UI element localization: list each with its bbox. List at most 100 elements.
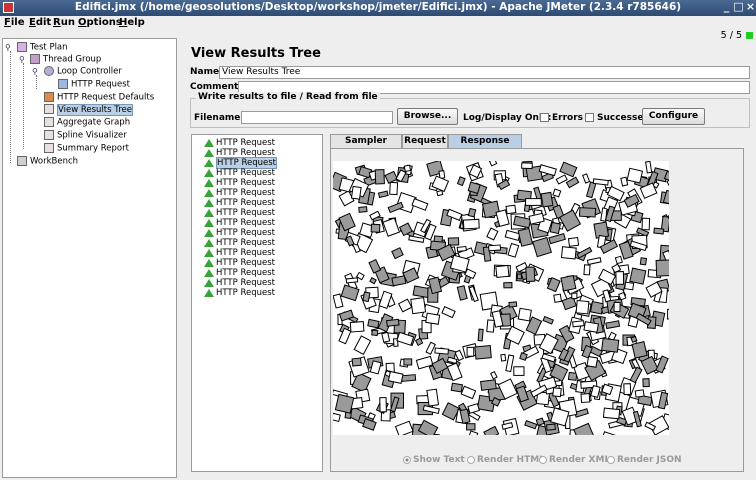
building-shape <box>516 273 523 280</box>
menu-run[interactable]: Run <box>53 17 75 28</box>
tree-node-test-plan[interactable]: Test Plan <box>17 42 68 54</box>
result-item[interactable]: HTTP Request <box>204 188 275 198</box>
result-tabs: Sampler result Request Response data Sho… <box>330 134 744 472</box>
building-shape <box>434 347 449 355</box>
menu-edit[interactable]: Edit <box>29 17 51 28</box>
building-shape <box>477 328 484 342</box>
close-button[interactable]: × <box>744 1 756 14</box>
result-item[interactable]: HTTP Request <box>204 278 275 288</box>
building-shape <box>629 267 647 285</box>
building-shape <box>480 379 497 391</box>
render-show-text-option[interactable]: Show Text <box>403 455 465 465</box>
building-shape <box>377 190 389 199</box>
building-shape <box>387 201 404 214</box>
building-shape <box>601 337 620 353</box>
configure-button[interactable]: Configure <box>642 108 705 125</box>
result-item[interactable]: HTTP Request <box>204 157 277 169</box>
building-shape <box>403 164 412 172</box>
tree-node-aggregate-graph[interactable]: Aggregate Graph <box>44 117 130 129</box>
result-item[interactable]: HTTP Request <box>204 198 275 208</box>
config-element-icon <box>44 92 54 102</box>
building-shape <box>525 266 536 283</box>
tree-node-loop-controller[interactable]: Loop Controller <box>44 66 122 78</box>
result-item[interactable]: HTTP Request <box>204 208 275 218</box>
building-shape <box>411 198 429 211</box>
test-plan-icon <box>17 42 27 52</box>
building-shape <box>586 257 602 266</box>
building-shape <box>615 271 625 285</box>
render-html-option[interactable]: Render HTML <box>467 455 545 465</box>
tab-sampler-result[interactable]: Sampler result <box>330 134 402 159</box>
render-json-option[interactable]: Render JSON <box>607 455 682 465</box>
tree-node-view-results-tree[interactable]: View Results Tree <box>44 103 133 116</box>
building-shape <box>540 191 554 208</box>
building-shape <box>630 335 638 343</box>
errors-checkbox[interactable] <box>540 113 549 122</box>
response-data-panel: Show Text Render HTML Render XML Render … <box>330 148 744 472</box>
success-icon <box>204 178 214 187</box>
filename-field[interactable] <box>241 111 393 124</box>
workbench-icon <box>17 156 27 166</box>
building-shape <box>466 346 475 357</box>
building-shape <box>517 307 532 322</box>
building-shape <box>631 341 648 359</box>
result-item[interactable]: HTTP Request <box>204 288 275 298</box>
test-plan-tree[interactable]: ⚲ Test Plan ⚲ Thread Group ⚲ Loop Contro… <box>2 38 177 478</box>
collapse-toggle-icon[interactable]: ⚲ <box>5 43 11 52</box>
menu-help[interactable]: Help <box>119 17 145 28</box>
building-shape <box>426 388 440 407</box>
tree-node-http-request[interactable]: HTTP Request <box>58 79 130 91</box>
result-item[interactable]: HTTP Request <box>204 258 275 268</box>
success-icon <box>204 288 214 297</box>
building-shape <box>639 257 648 266</box>
menu-file[interactable]: File <box>4 17 24 28</box>
building-shape <box>374 169 385 185</box>
success-icon <box>204 138 214 147</box>
result-item[interactable]: HTTP Request <box>204 228 275 238</box>
tab-response-data[interactable]: Response data <box>448 134 522 159</box>
menu-options[interactable]: Options <box>78 17 122 28</box>
listener-icon <box>44 104 54 114</box>
building-shape <box>500 353 507 362</box>
building-shape <box>367 318 380 329</box>
tree-node-thread-group[interactable]: Thread Group <box>30 54 101 66</box>
browse-button[interactable]: Browse... <box>397 108 458 125</box>
sample-results-list[interactable]: HTTP Request HTTP Request HTTP Request HTTP… <box>191 134 323 472</box>
building-shape <box>519 352 528 361</box>
building-shape <box>560 246 577 260</box>
building-shape <box>504 229 521 241</box>
result-item[interactable]: HTTP Request <box>204 218 275 228</box>
result-item[interactable]: HTTP Request <box>204 268 275 278</box>
building-shape <box>565 176 580 189</box>
building-shape <box>400 374 417 382</box>
result-item[interactable]: HTTP Request <box>204 168 275 178</box>
result-item[interactable]: HTTP Request <box>204 238 275 248</box>
building-shape <box>351 357 362 367</box>
collapse-toggle-icon[interactable]: ⚲ <box>32 67 38 76</box>
tree-node-http-request-defaults[interactable]: HTTP Request Defaults <box>44 92 154 104</box>
radio-icon <box>403 455 411 464</box>
building-shape <box>645 161 653 174</box>
render-xml-option[interactable]: Render XML <box>539 455 610 465</box>
collapse-toggle-icon[interactable]: ⚲ <box>19 55 25 64</box>
result-item[interactable]: HTTP Request <box>204 248 275 258</box>
result-item[interactable]: HTTP Request <box>204 178 275 188</box>
success-icon <box>204 158 214 167</box>
building-shape <box>358 206 368 213</box>
result-item[interactable]: HTTP Request <box>204 138 275 148</box>
tree-node-workbench[interactable]: WorkBench <box>17 156 78 168</box>
building-shape <box>350 185 362 200</box>
building-shape <box>605 320 621 330</box>
name-field[interactable]: View Results Tree <box>219 66 750 79</box>
log-display-label: Log/Display Only: <box>463 113 552 123</box>
loop-controller-icon <box>44 66 54 76</box>
successes-checkbox[interactable] <box>585 113 594 122</box>
tree-node-spline-visualizer[interactable]: Spline Visualizer <box>44 130 127 142</box>
building-shape <box>381 331 391 343</box>
building-shape <box>613 301 621 313</box>
building-shape <box>362 291 371 303</box>
tree-node-summary-report[interactable]: Summary Report <box>44 143 129 155</box>
tab-request[interactable]: Request <box>402 134 448 148</box>
building-shape <box>578 207 597 218</box>
building-shape <box>600 431 616 435</box>
